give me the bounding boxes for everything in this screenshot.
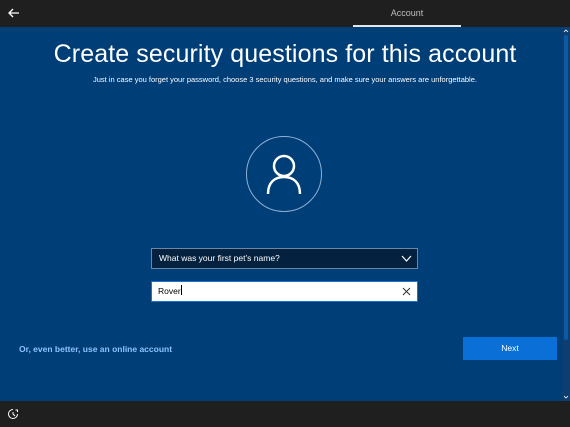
security-question-dropdown[interactable]: What was your first pet’s name? [151,248,418,269]
user-icon [266,154,302,195]
text-caret [180,285,182,295]
back-button[interactable] [4,3,24,23]
tab-account-label: Account [390,8,424,18]
page-title: Create security questions for this accou… [53,40,517,68]
clear-icon[interactable] [402,287,411,296]
ease-of-access-icon[interactable] [7,408,19,420]
next-button[interactable]: Next [463,337,557,360]
online-account-link[interactable]: Or, even better, use an online account [19,344,172,354]
security-question-value: What was your first pet’s name? [159,253,280,263]
scroll-up-icon[interactable] [562,27,570,35]
tab-account: Account [353,0,461,27]
back-arrow-icon [8,8,19,18]
top-bar: Account [0,0,570,27]
security-answer-value: Rover [158,286,181,296]
scroll-down-icon[interactable] [562,393,570,401]
page-subtitle: Just in case you forget your password, c… [93,75,477,84]
bottom-bar [0,401,570,427]
chevron-down-icon [401,255,412,262]
security-answer-input[interactable]: Rover [151,281,418,302]
avatar [246,136,322,212]
